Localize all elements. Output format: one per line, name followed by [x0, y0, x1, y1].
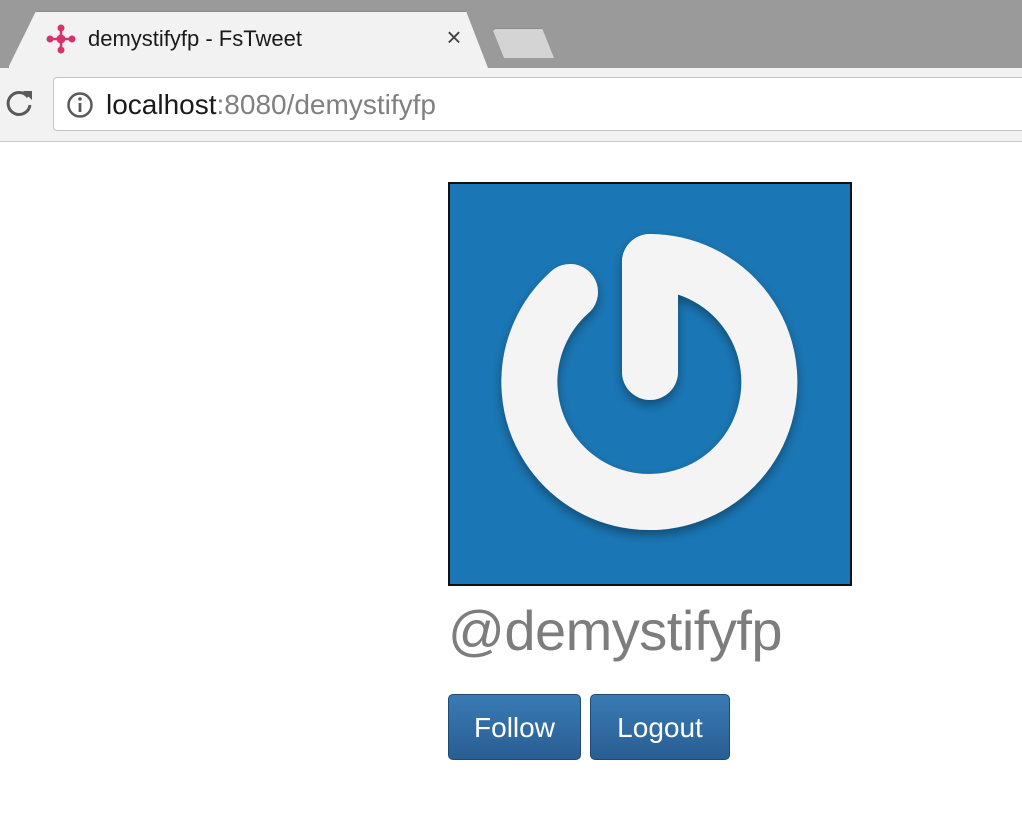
url-path: :8080/demystifyfp	[216, 89, 436, 120]
reload-icon[interactable]	[4, 88, 34, 123]
profile-username: @demystifyfp	[448, 599, 783, 662]
url-host: localhost	[106, 89, 217, 120]
logout-button[interactable]: Logout	[590, 694, 730, 760]
power-icon	[501, 234, 798, 530]
avatar	[448, 182, 852, 586]
molecule-icon	[46, 24, 76, 59]
close-icon[interactable]: ×	[444, 24, 464, 50]
tab-title: demystifyfp - FsTweet	[88, 26, 302, 51]
url-text[interactable]: localhost:8080/demystifyfp	[106, 89, 436, 121]
tab-content[interactable]: demystifyfp - FsTweet ×	[8, 12, 488, 68]
info-icon[interactable]	[66, 91, 94, 124]
follow-button[interactable]: Follow	[448, 694, 581, 760]
